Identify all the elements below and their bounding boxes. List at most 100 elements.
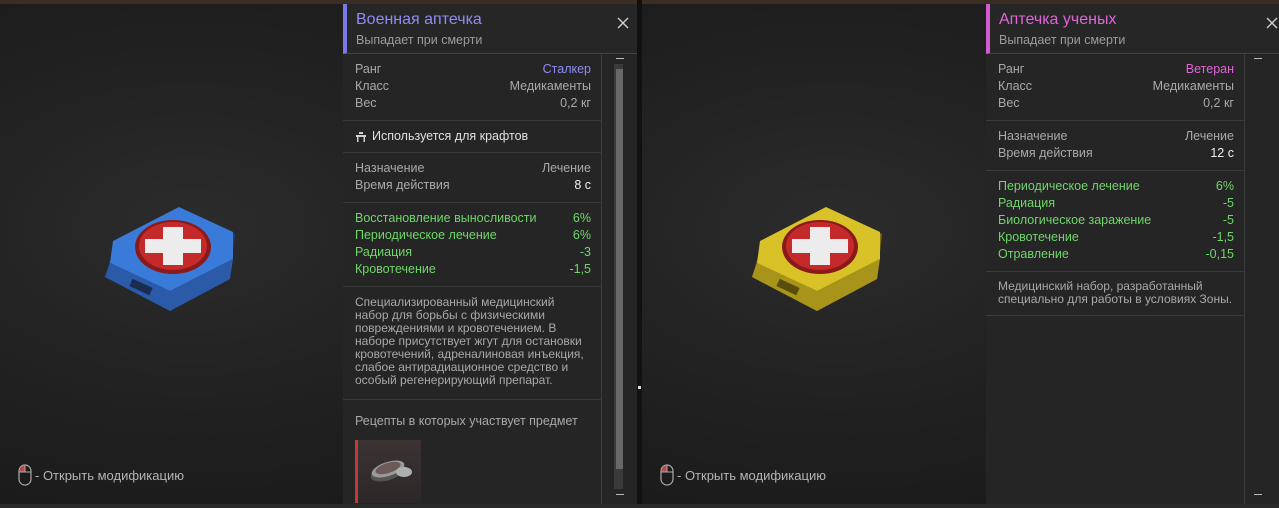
item-tooltip-panel: Военная аптечка Выпадает при смерти Ранг… <box>343 4 637 504</box>
recipe-item-icon <box>370 460 412 482</box>
military-medkit-image <box>105 207 235 311</box>
workbench-icon <box>356 131 366 142</box>
effect-row: Кровотечение -1,5 <box>998 229 1234 246</box>
item-title: Военная аптечка <box>356 11 482 28</box>
mouse-icon <box>18 464 32 486</box>
effect-value: -5 <box>1222 213 1234 227</box>
panel-header: Аптечка ученых Выпадает при смерти <box>986 4 1279 54</box>
used-for-crafting: Используется для крафтов <box>355 128 591 145</box>
stat-row-class: Класс Медикаменты <box>355 78 591 95</box>
stat-label: Класс <box>355 79 390 93</box>
duration-label: Время действия <box>998 146 1093 160</box>
open-modification-hint[interactable]: - Открыть модификацию <box>660 464 826 486</box>
panel-header: Военная аптечка Выпадает при смерти <box>343 4 637 54</box>
item-description: Специализированный медицинский набор для… <box>355 295 584 387</box>
weight-value: 0,2 кг <box>560 96 591 110</box>
scroll-up-marker[interactable] <box>1254 58 1262 59</box>
usage-value: Лечение <box>1184 129 1234 143</box>
duration-row: Время действия 8 с <box>355 177 591 194</box>
stat-label: Вес <box>355 96 377 110</box>
craft-section: Используется для крафтов <box>343 121 601 153</box>
class-value: Медикаменты <box>1152 79 1234 93</box>
panel-content: Ранг Ветеран Класс Медикаменты Вес 0,2 кг Н… <box>986 54 1245 504</box>
scrollbar-thumb[interactable] <box>616 69 623 469</box>
effect-label: Восстановление выносливости <box>355 211 537 225</box>
close-icon[interactable] <box>1266 17 1278 29</box>
stats-section: Ранг Ветеран Класс Медикаменты Вес 0,2 кг <box>986 54 1244 121</box>
effect-value: -1,5 <box>1212 230 1234 244</box>
item-tooltip-panel: Аптечка ученых Выпадает при смерти Ранг В… <box>986 4 1279 504</box>
stat-row-rank: Ранг Сталкер <box>355 61 591 78</box>
effect-value: -3 <box>579 245 591 259</box>
effect-value: -5 <box>1222 196 1234 210</box>
effect-row: Биологическое заражение -5 <box>998 212 1234 229</box>
duration-label: Время действия <box>355 178 450 192</box>
usage-section: Назначение Лечение Время действия 8 с <box>343 153 601 203</box>
item-view-left: - Открыть модификацию Военная аптечка Вы… <box>0 4 637 504</box>
rank-value: Сталкер <box>542 62 591 76</box>
duration-value: 8 с <box>574 178 591 192</box>
panel-content: Ранг Сталкер Класс Медикаменты Вес 0,2 кг И… <box>343 54 602 504</box>
usage-section: Назначение Лечение Время действия 12 с <box>986 121 1244 171</box>
item-subtitle: Выпадает при смерти <box>356 33 483 47</box>
recipes-label: Рецепты в которых участвует предмет <box>355 414 578 428</box>
effect-label: Отравление <box>998 247 1069 261</box>
effect-label: Радиация <box>998 196 1056 210</box>
effect-label: Радиация <box>355 245 413 259</box>
effect-row: Отравление -0,15 <box>998 246 1234 263</box>
description-section: Медицинский набор, разработанный специал… <box>986 272 1244 316</box>
effect-label: Кровотечение <box>355 262 436 276</box>
duration-value: 12 с <box>1210 146 1234 160</box>
duration-row: Время действия 12 с <box>998 145 1234 162</box>
usage-label: Назначение <box>998 129 1068 143</box>
effect-label: Биологическое заражение <box>998 213 1152 227</box>
effect-label: Кровотечение <box>998 230 1079 244</box>
item-description: Медицинский набор, разработанный специал… <box>998 279 1233 306</box>
effect-value: 6% <box>572 228 591 242</box>
scroll-down-marker[interactable] <box>1254 494 1262 495</box>
item-view-right: - Открыть модификацию Аптечка ученых Вып… <box>642 4 1279 504</box>
scroll-down-marker[interactable] <box>616 494 624 495</box>
class-value: Медикаменты <box>509 79 591 93</box>
weight-value: 0,2 кг <box>1203 96 1234 110</box>
effect-row: Периодическое лечение 6% <box>355 227 591 244</box>
scroll-up-marker[interactable] <box>616 58 624 59</box>
hint-text: - Открыть модификацию <box>35 467 184 483</box>
stat-label: Ранг <box>355 62 382 76</box>
effect-value: 6% <box>1215 179 1234 193</box>
effect-value: -0,15 <box>1205 247 1235 261</box>
effects-section: Периодическое лечение 6% Радиация -5 Биоло… <box>986 171 1244 272</box>
stat-label: Класс <box>998 79 1033 93</box>
effect-value: -1,5 <box>569 262 591 276</box>
usage-row: Назначение Лечение <box>355 160 591 177</box>
effect-label: Периодическое лечение <box>998 179 1140 193</box>
item-title: Аптечка ученых <box>999 11 1117 28</box>
stat-label: Ранг <box>998 62 1025 76</box>
bottom-strip <box>0 504 1279 508</box>
description-section: Специализированный медицинский набор для… <box>343 287 601 400</box>
stat-row-class: Класс Медикаменты <box>998 78 1234 95</box>
stat-row-weight: Вес 0,2 кг <box>355 95 591 112</box>
stats-section: Ранг Сталкер Класс Медикаменты Вес 0,2 кг <box>343 54 601 121</box>
effect-row: Кровотечение -1,5 <box>355 261 591 278</box>
stat-label: Вес <box>998 96 1020 110</box>
recipes-section: Рецепты в которых участвует предмет <box>343 400 601 504</box>
usage-value: Лечение <box>541 161 591 175</box>
effect-row: Восстановление выносливости 6% <box>355 210 591 227</box>
open-modification-hint[interactable]: - Открыть модификацию <box>18 464 184 486</box>
stat-row-rank: Ранг Ветеран <box>998 61 1234 78</box>
craft-label: Используется для крафтов <box>372 129 529 143</box>
scientist-medkit-image <box>752 207 882 311</box>
effect-row: Радиация -3 <box>355 244 591 261</box>
effect-row: Радиация -5 <box>998 195 1234 212</box>
effects-section: Восстановление выносливости 6% Периодичес… <box>343 203 601 287</box>
item-subtitle: Выпадает при смерти <box>999 33 1126 47</box>
recipe-item-slot[interactable] <box>355 440 421 503</box>
stat-row-weight: Вес 0,2 кг <box>998 95 1234 112</box>
effect-label: Периодическое лечение <box>355 228 497 242</box>
usage-row: Назначение Лечение <box>998 128 1234 145</box>
usage-label: Назначение <box>355 161 425 175</box>
effect-row: Периодическое лечение 6% <box>998 178 1234 195</box>
close-icon[interactable] <box>617 17 629 29</box>
hint-text: - Открыть модификацию <box>677 467 826 483</box>
